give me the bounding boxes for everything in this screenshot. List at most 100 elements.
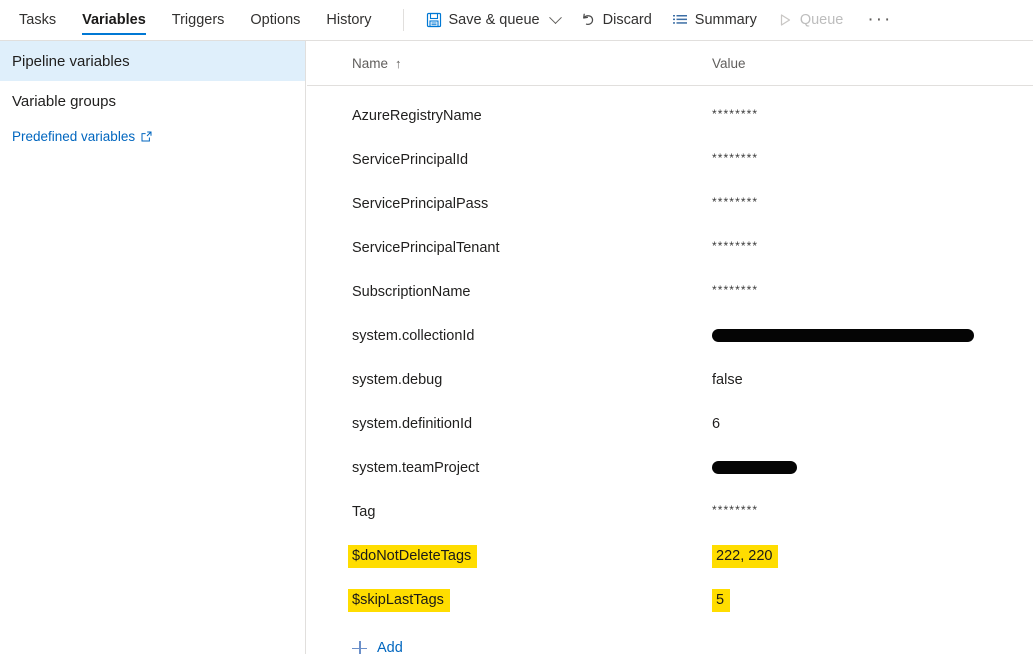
variable-name-cell[interactable]: SubscriptionName — [352, 284, 470, 300]
variable-value-label: 5 — [712, 589, 731, 612]
tab-variables[interactable]: Variables — [69, 0, 159, 40]
masked-value: ******** — [712, 503, 759, 517]
sort-ascending-icon: ↑ — [395, 55, 402, 71]
tab-label: Triggers — [171, 12, 225, 28]
variable-value-cell[interactable] — [712, 328, 974, 345]
sidebar-item-list: Pipeline variables Variable groups — [0, 41, 305, 121]
tab-label: History — [326, 12, 372, 28]
table-row[interactable]: ServicePrincipalTenant ******** — [307, 226, 1033, 270]
discard-label: Discard — [602, 12, 652, 28]
variable-name-cell[interactable]: ServicePrincipalId — [352, 152, 468, 168]
external-link-icon — [141, 131, 152, 142]
variable-name-label: system.collectionId — [352, 328, 475, 344]
variable-name-cell[interactable]: system.collectionId — [352, 328, 475, 344]
save-and-queue-button[interactable]: Save & queue — [416, 0, 570, 40]
column-header-name-label: Name — [352, 55, 389, 71]
summary-label: Summary — [694, 12, 757, 28]
variable-name-cell[interactable]: $skipLastTags — [348, 589, 450, 612]
chevron-down-icon[interactable] — [548, 10, 562, 24]
column-header-value[interactable]: Value — [712, 56, 746, 71]
variable-name-label: $doNotDeleteTags — [348, 545, 478, 568]
masked-value: ******** — [712, 195, 759, 209]
sidebar-item-variable-groups[interactable]: Variable groups — [0, 81, 305, 121]
sidebar-item-label: Pipeline variables — [12, 52, 130, 70]
variable-name-label: ServicePrincipalPass — [352, 196, 489, 212]
variable-name-label: system.teamProject — [352, 460, 480, 476]
variable-value-cell[interactable]: ******** — [712, 283, 759, 300]
redaction-mark — [712, 328, 974, 342]
table-row[interactable]: Tag ******** — [307, 490, 1033, 534]
variable-value-cell[interactable]: 6 — [712, 416, 720, 432]
tab-label: Variables — [82, 12, 146, 28]
tab-options[interactable]: Options — [237, 0, 313, 40]
add-variable-row: Add — [307, 640, 1033, 654]
table-row[interactable]: ServicePrincipalPass ******** — [307, 182, 1033, 226]
variable-value-label: false — [712, 372, 743, 388]
plus-icon — [352, 640, 367, 654]
variable-value-cell[interactable]: ******** — [712, 239, 758, 256]
variable-name-cell[interactable]: system.definitionId — [352, 416, 472, 432]
queue-label: Queue — [799, 12, 844, 28]
masked-value: ******** — [712, 151, 759, 165]
tab-label: Tasks — [19, 12, 57, 28]
variable-name-cell[interactable]: ServicePrincipalTenant — [352, 240, 500, 256]
top-command-bar: Tasks Variables Triggers Options History Sav… — [0, 0, 1033, 41]
variable-name-label: ServicePrincipalTenant — [352, 240, 500, 256]
table-row[interactable]: $skipLastTags 5 — [307, 578, 1033, 622]
variable-name-cell[interactable]: ServicePrincipalPass — [352, 196, 488, 212]
toolbar-divider — [402, 9, 404, 31]
table-row[interactable]: ServicePrincipalId ******** — [307, 138, 1033, 182]
queue-button: Queue — [767, 0, 854, 40]
variable-name-cell[interactable]: system.debug — [352, 372, 442, 388]
table-row[interactable]: system.definitionId 6 — [307, 402, 1033, 446]
column-header-name[interactable]: Name ↑ — [352, 56, 402, 71]
variable-value-cell[interactable]: 222, 220 — [712, 545, 779, 568]
table-row[interactable]: system.debug false — [307, 358, 1033, 402]
variable-value-cell[interactable]: ******** — [712, 195, 759, 212]
variable-row-list: AzureRegistryName ******** ServicePrincipa… — [307, 86, 1033, 622]
variables-sidebar: Pipeline variables Variable groups Predef… — [0, 41, 306, 654]
variable-name-label: ServicePrincipalId — [352, 152, 469, 168]
command-group: Save & queue Discard Summary Queue ··· — [416, 0, 907, 40]
variable-value-cell[interactable]: ******** — [712, 503, 759, 520]
table-row[interactable]: system.teamProject — [307, 446, 1033, 490]
tab-tasks[interactable]: Tasks — [6, 0, 69, 40]
add-variable-label: Add — [377, 640, 403, 654]
sidebar-item-pipeline-variables[interactable]: Pipeline variables — [0, 41, 305, 81]
variable-name-cell[interactable]: Tag — [352, 504, 375, 520]
variable-name-label: AzureRegistryName — [352, 108, 482, 124]
masked-value: ******** — [712, 107, 759, 121]
summary-button[interactable]: Summary — [662, 0, 767, 40]
tab-history[interactable]: History — [313, 0, 384, 40]
masked-value: ******** — [712, 283, 759, 297]
sidebar-item-label: Variable groups — [12, 92, 116, 110]
variable-name-label: SubscriptionName — [352, 284, 471, 300]
variable-name-label: system.debug — [352, 372, 443, 388]
variable-value-cell[interactable]: false — [712, 372, 743, 388]
table-row[interactable]: system.collectionId — [307, 314, 1033, 358]
grid-header-row: Name ↑ Value — [307, 41, 1033, 86]
variable-value-cell[interactable]: ******** — [712, 151, 759, 168]
variable-value-cell[interactable] — [712, 460, 797, 477]
tab-triggers[interactable]: Triggers — [159, 0, 238, 40]
table-row[interactable]: SubscriptionName ******** — [307, 270, 1033, 314]
variable-value-cell[interactable]: 5 — [712, 589, 731, 612]
more-options-button[interactable]: ··· — [853, 0, 906, 40]
variable-name-label: Tag — [352, 504, 376, 520]
table-row[interactable]: AzureRegistryName ******** — [307, 94, 1033, 138]
column-header-value-label: Value — [712, 55, 746, 71]
discard-button[interactable]: Discard — [570, 0, 662, 40]
tab-label: Options — [250, 12, 301, 28]
table-row[interactable]: $doNotDeleteTags 222, 220 — [307, 534, 1033, 578]
variable-value-label: 222, 220 — [712, 545, 779, 568]
variables-grid: Name ↑ Value AzureRegistryName ******** Se… — [307, 41, 1033, 654]
variable-name-cell[interactable]: AzureRegistryName — [352, 108, 482, 124]
variable-name-cell[interactable]: $doNotDeleteTags — [348, 545, 478, 568]
add-variable-button[interactable]: Add — [352, 640, 403, 654]
variable-value-label: 6 — [712, 416, 721, 432]
tab-list: Tasks Variables Triggers Options History — [0, 0, 385, 40]
variable-name-label: system.definitionId — [352, 416, 473, 432]
variable-value-cell[interactable]: ******** — [712, 107, 759, 124]
variable-name-cell[interactable]: system.teamProject — [352, 460, 479, 476]
predefined-variables-link[interactable]: Predefined variables — [0, 121, 305, 151]
